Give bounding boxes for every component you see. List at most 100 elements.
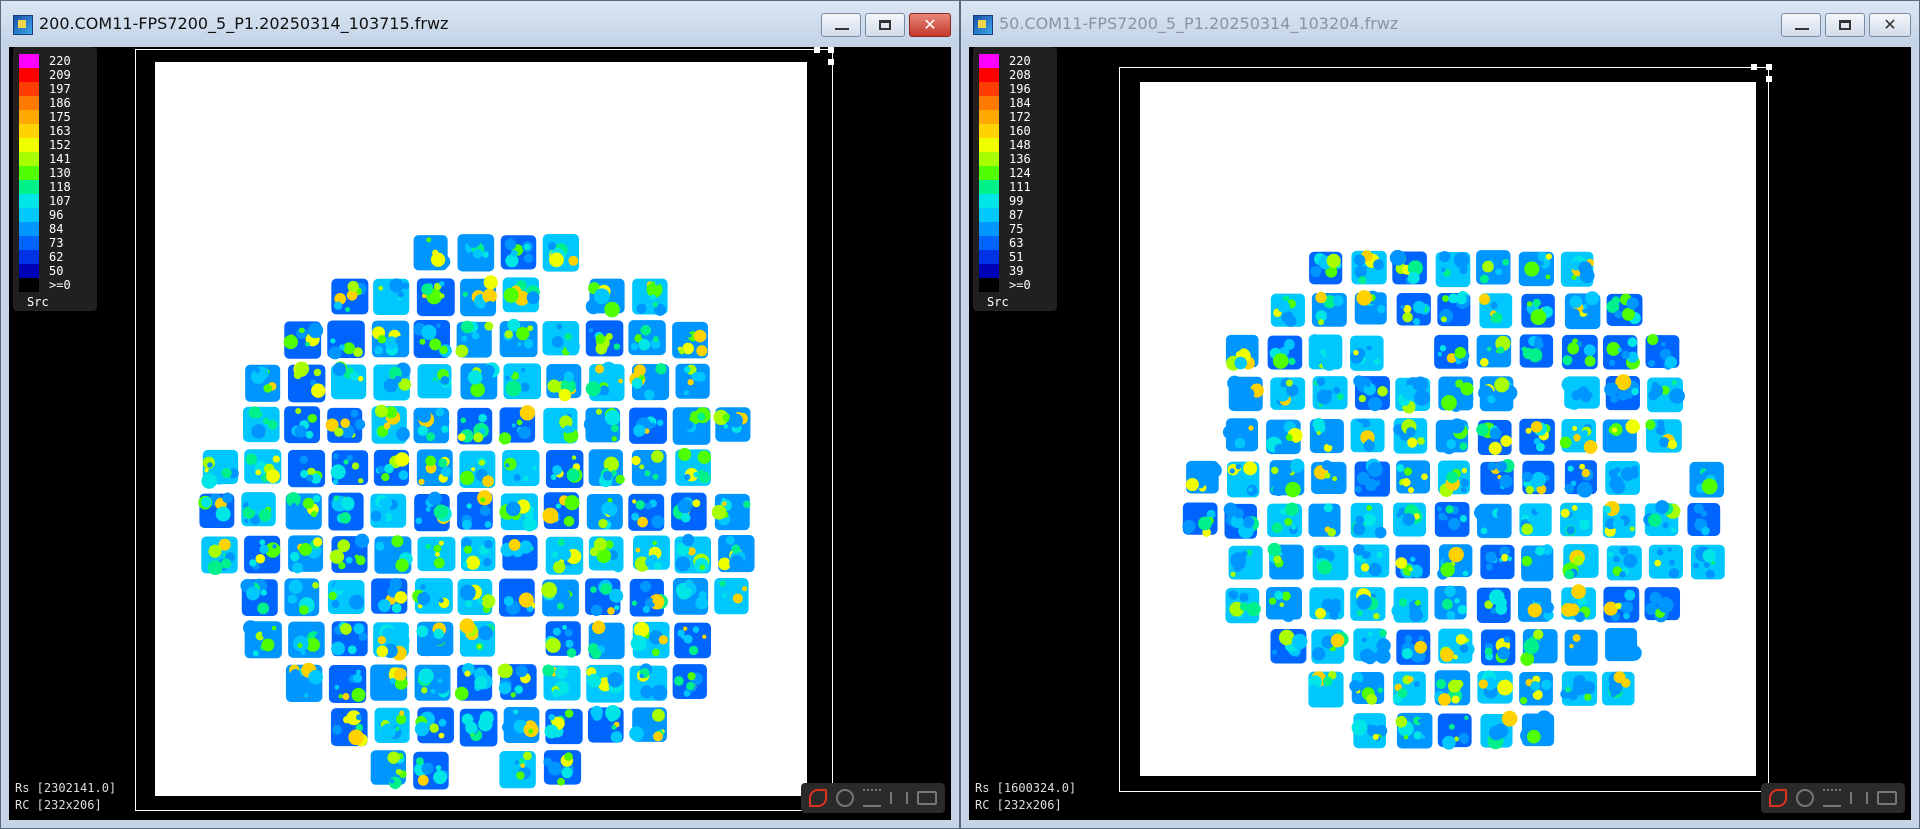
resize-handle[interactable] — [828, 47, 834, 53]
legend-swatch — [979, 152, 999, 166]
heat-tile — [241, 492, 276, 527]
legend-swatch — [19, 180, 39, 194]
wave-icon[interactable] — [1823, 789, 1841, 807]
legend-swatch — [979, 278, 999, 292]
heat-tile — [284, 578, 320, 617]
overlay-toolbar — [1761, 783, 1905, 813]
heat-tile — [1353, 544, 1390, 578]
heat-tile — [1520, 710, 1555, 747]
legend-label: 220 — [49, 54, 71, 68]
heat-tile — [629, 363, 670, 401]
heat-tile — [1434, 585, 1468, 620]
heat-tile — [1350, 418, 1385, 453]
heat-tile — [1602, 671, 1635, 706]
resize-handle[interactable] — [1751, 64, 1757, 70]
legend-swatch — [979, 68, 999, 82]
measure-icon[interactable] — [809, 789, 827, 807]
legend-label: >=0 — [1009, 278, 1031, 292]
heat-tile — [285, 662, 323, 702]
legend-swatch — [979, 264, 999, 278]
heat-tile — [1518, 251, 1554, 287]
title-bar[interactable]: 200.COM11-FPS7200_5_P1.20250314_103715.f… — [1, 1, 959, 47]
legend-label: >=0 — [49, 278, 71, 292]
heat-tile — [499, 751, 536, 789]
legend-label: 148 — [1009, 138, 1031, 152]
resize-handle[interactable] — [1766, 64, 1772, 70]
resize-handle[interactable] — [1766, 76, 1772, 82]
heat-tile — [1270, 377, 1306, 410]
image-viewport[interactable]: 220 209 197 186 175 163 152 141 130 118 107 96 84 73 6… — [9, 47, 951, 820]
heat-tile — [1476, 587, 1511, 623]
legend-swatch — [19, 208, 39, 222]
rs-readout: Rs [2302141.0] — [15, 781, 117, 795]
heat-tile — [499, 493, 538, 532]
heat-tile — [1606, 545, 1642, 581]
heat-tile — [457, 578, 496, 615]
resize-handle[interactable] — [828, 59, 834, 65]
heat-tile — [1478, 376, 1518, 412]
heat-tile — [1396, 629, 1431, 665]
heat-tile — [416, 621, 454, 657]
heat-tile — [460, 275, 498, 317]
wave-icon[interactable] — [863, 789, 881, 807]
heat-tile — [672, 578, 709, 615]
heat-tile — [1312, 545, 1349, 581]
heat-tile — [1602, 419, 1640, 453]
legend-label: 136 — [1009, 152, 1031, 166]
minimize-button[interactable] — [1781, 13, 1821, 37]
legend-swatch — [979, 110, 999, 124]
rect-icon[interactable] — [917, 791, 937, 805]
legend-row: 163 — [19, 124, 93, 138]
fit-icon[interactable] — [890, 792, 908, 804]
heat-tile — [1437, 544, 1473, 580]
gauge-icon[interactable] — [1796, 789, 1814, 807]
heat-tile — [500, 235, 537, 270]
heat-tile — [1647, 377, 1685, 413]
heat-tile — [1564, 291, 1601, 330]
image-window-right[interactable]: 50.COM11-FPS7200_5_P1.20250314_103204.fr… — [960, 0, 1920, 829]
fit-icon[interactable] — [1850, 792, 1868, 804]
heat-tile — [330, 450, 369, 486]
heat-tile — [671, 492, 707, 531]
heat-tile — [672, 321, 709, 359]
close-button[interactable]: ✕ — [1869, 13, 1911, 37]
legend-row: 196 — [979, 82, 1053, 96]
heat-tile — [201, 449, 239, 489]
minimize-button[interactable] — [821, 13, 861, 37]
resize-handle[interactable] — [814, 47, 820, 53]
heat-tile — [460, 362, 500, 400]
heat-tile — [1309, 418, 1344, 454]
heat-tile — [1437, 713, 1472, 750]
heat-tile — [416, 449, 453, 487]
heat-tile — [1605, 461, 1641, 495]
heat-tile — [1648, 544, 1684, 579]
heat-tile — [1603, 586, 1640, 623]
gauge-icon[interactable] — [836, 789, 854, 807]
measure-icon[interactable] — [1769, 789, 1787, 807]
maximize-button[interactable] — [1825, 13, 1865, 37]
heat-tile — [1350, 587, 1386, 621]
title-bar[interactable]: 50.COM11-FPS7200_5_P1.20250314_103204.fr… — [961, 1, 1919, 47]
heat-tile — [585, 361, 625, 402]
heat-tile — [1312, 376, 1348, 410]
heat-tile — [674, 622, 711, 659]
heat-tile — [718, 535, 755, 573]
legend-swatch — [19, 166, 39, 180]
heat-tile — [1227, 461, 1260, 498]
heat-tile — [327, 320, 365, 360]
legend-swatch — [19, 54, 39, 68]
rect-icon[interactable] — [1877, 791, 1897, 805]
heat-tile — [585, 320, 624, 357]
legend-row: 111 — [979, 180, 1053, 194]
heat-tile — [714, 578, 749, 615]
image-viewport[interactable]: 220 208 196 184 172 160 148 136 124 111 99 87 75 63 51… — [969, 47, 1911, 820]
maximize-button[interactable] — [865, 13, 905, 37]
heat-tile — [499, 318, 538, 358]
legend-swatch — [979, 54, 999, 68]
close-button[interactable]: ✕ — [909, 13, 951, 37]
heat-tile — [1564, 629, 1598, 666]
legend-row: 160 — [979, 124, 1053, 138]
image-window-left[interactable]: 200.COM11-FPS7200_5_P1.20250314_103715.f… — [0, 0, 960, 829]
heat-tile — [1644, 587, 1681, 623]
heat-tile — [1437, 460, 1470, 498]
